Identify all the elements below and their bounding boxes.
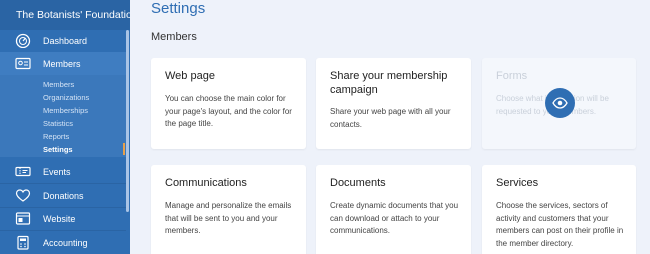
section-title: Members xyxy=(151,31,197,43)
settings-card-web-page[interactable]: Web page You can choose the main color f… xyxy=(151,58,306,149)
sidebar: The Botanists' Foundation Dashboard Memb… xyxy=(0,0,130,254)
sidebar-item-members[interactable]: Members xyxy=(0,52,126,75)
sidebar-item-label: Events xyxy=(43,166,71,177)
accounting-icon xyxy=(17,235,29,250)
card-title: Forms xyxy=(496,70,528,82)
page-title: Settings xyxy=(151,0,206,17)
submenu-item-members[interactable]: Members xyxy=(43,80,74,89)
sidebar-item-label: Website xyxy=(43,213,76,224)
main-content: Settings Members Web page You can choose… xyxy=(130,0,650,254)
organization-name[interactable]: The Botanists' Foundation xyxy=(0,0,130,30)
sidebar-item-label: Members xyxy=(43,58,81,69)
dashboard-icon xyxy=(15,33,31,48)
submenu-item-settings[interactable]: Settings xyxy=(43,145,73,154)
card-title: Documents xyxy=(330,177,386,189)
card-title: Communications xyxy=(165,177,247,189)
donations-heart-icon xyxy=(15,189,31,202)
card-description: Choose the services, sectors of activity… xyxy=(496,201,624,248)
sidebar-item-label: Accounting xyxy=(43,237,88,248)
settings-card-services[interactable]: Services Choose the services, sectors of… xyxy=(482,165,636,254)
sidebar-item-label: Donations xyxy=(43,190,84,201)
events-ticket-icon xyxy=(15,166,31,177)
submenu-item-statistics[interactable]: Statistics xyxy=(43,119,73,128)
card-title: Share your membership campaign xyxy=(330,70,448,96)
settings-card-share-campaign[interactable]: Share your membership campaign Share you… xyxy=(316,58,471,149)
settings-card-communications[interactable]: Communications Manage and personalize th… xyxy=(151,165,306,254)
card-description: Share your web page with all your contac… xyxy=(330,107,451,129)
members-card-icon xyxy=(15,57,31,70)
sidebar-scrollbar[interactable] xyxy=(126,30,129,212)
card-description: Create dynamic documents that you can do… xyxy=(330,201,459,235)
preview-eye-button[interactable] xyxy=(545,88,575,118)
eye-icon xyxy=(552,97,568,109)
active-submenu-marker xyxy=(123,143,125,155)
submenu-item-memberships[interactable]: Memberships xyxy=(43,106,88,115)
submenu-item-organizations[interactable]: Organizations xyxy=(43,93,89,102)
sidebar-item-events[interactable]: Events xyxy=(0,160,126,183)
card-title: Services xyxy=(496,177,539,189)
members-submenu: Members Organizations Memberships Statis… xyxy=(0,75,126,157)
sidebar-item-website[interactable]: Website xyxy=(0,207,126,230)
sidebar-item-dashboard[interactable]: Dashboard xyxy=(0,29,126,52)
sidebar-item-label: Dashboard xyxy=(43,35,88,46)
card-description: Manage and personalize the emails that w… xyxy=(165,201,292,235)
sidebar-item-accounting[interactable]: Accounting xyxy=(0,231,126,254)
card-title: Web page xyxy=(165,70,215,82)
sidebar-item-donations[interactable]: Donations xyxy=(0,184,126,207)
website-icon xyxy=(15,212,31,225)
card-description: You can choose the main color for your p… xyxy=(165,94,292,128)
settings-card-documents[interactable]: Documents Create dynamic documents that … xyxy=(316,165,471,254)
submenu-item-reports[interactable]: Reports xyxy=(43,132,69,141)
